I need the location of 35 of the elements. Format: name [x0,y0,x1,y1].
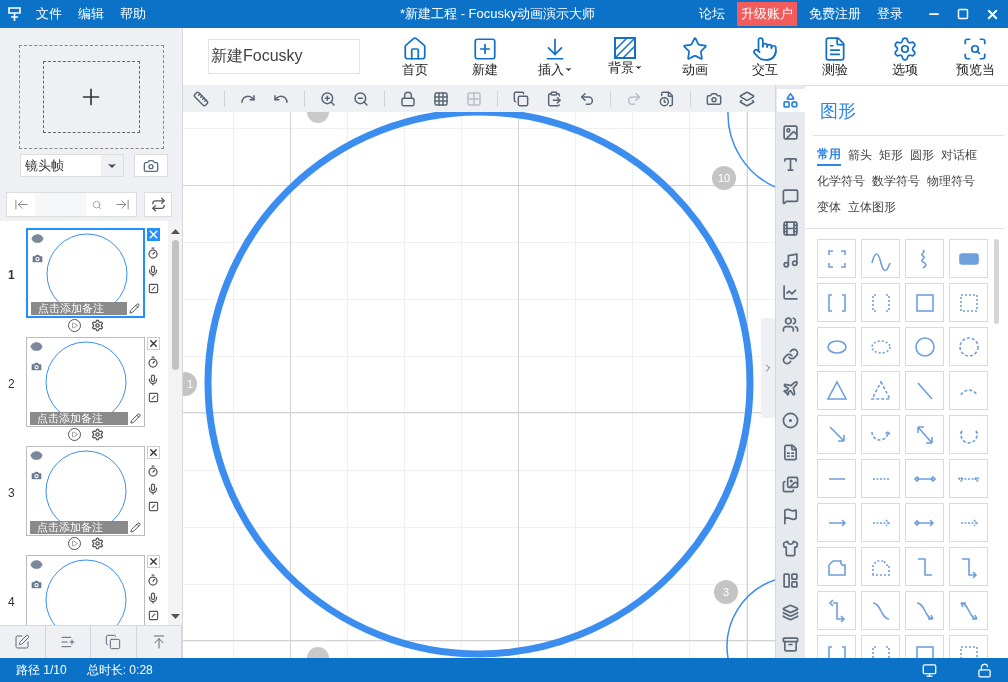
category-tab[interactable]: 圆形 [910,144,934,166]
category-tab[interactable]: 变体 [817,196,841,218]
category-tab[interactable]: 箭头 [848,144,872,166]
path-counter: 路径 1/10 [16,662,67,679]
slide-number: 2 [7,376,16,393]
window-title: *新建工程 - Focusky动画演示大师 [399,5,596,24]
menu-item[interactable]: 编辑 [70,4,112,24]
category-tab[interactable]: 常用 [817,144,841,166]
toolbar-button[interactable]: 预览当 [940,35,1008,78]
toolbar-button[interactable]: 选项 [870,35,940,78]
panel-title: 图形 [820,100,857,123]
toolbar-button[interactable]: 新建 [450,35,520,78]
menu-item[interactable]: 文件 [28,4,70,24]
toolbar-button[interactable]: 背景 [590,35,660,78]
category-tab[interactable]: 化学符号 [817,170,865,192]
toolbar-button[interactable]: 测验 [800,35,870,78]
toolbar-button[interactable]: 交互 [730,35,800,78]
project-name-field[interactable]: 新建Focusky [208,39,360,74]
account-link[interactable]: 论坛 [691,4,733,24]
toolbar-button[interactable]: 动画 [660,35,730,78]
toolbar-button[interactable]: 插入 [520,35,590,78]
account-link[interactable]: 免费注册 [801,4,869,24]
category-tab[interactable]: 立体图形 [848,196,896,218]
frame-type-dropdown[interactable]: 镜头帧 [20,154,124,177]
slide-number: 1 [7,267,16,284]
category-tab[interactable]: 数学符号 [872,170,920,192]
slide-number: 3 [7,485,16,502]
toolbar-button[interactable]: 首页 [380,35,450,78]
menu-item[interactable]: 帮助 [112,4,154,24]
category-tab[interactable]: 矩形 [879,144,903,166]
category-tab[interactable]: 物理符号 [927,170,975,192]
total-duration: 总时长: 0:28 [86,662,153,679]
slide-number: 4 [7,594,16,611]
account-link[interactable]: 登录 [869,4,911,24]
category-tab[interactable]: 对话框 [941,144,977,166]
